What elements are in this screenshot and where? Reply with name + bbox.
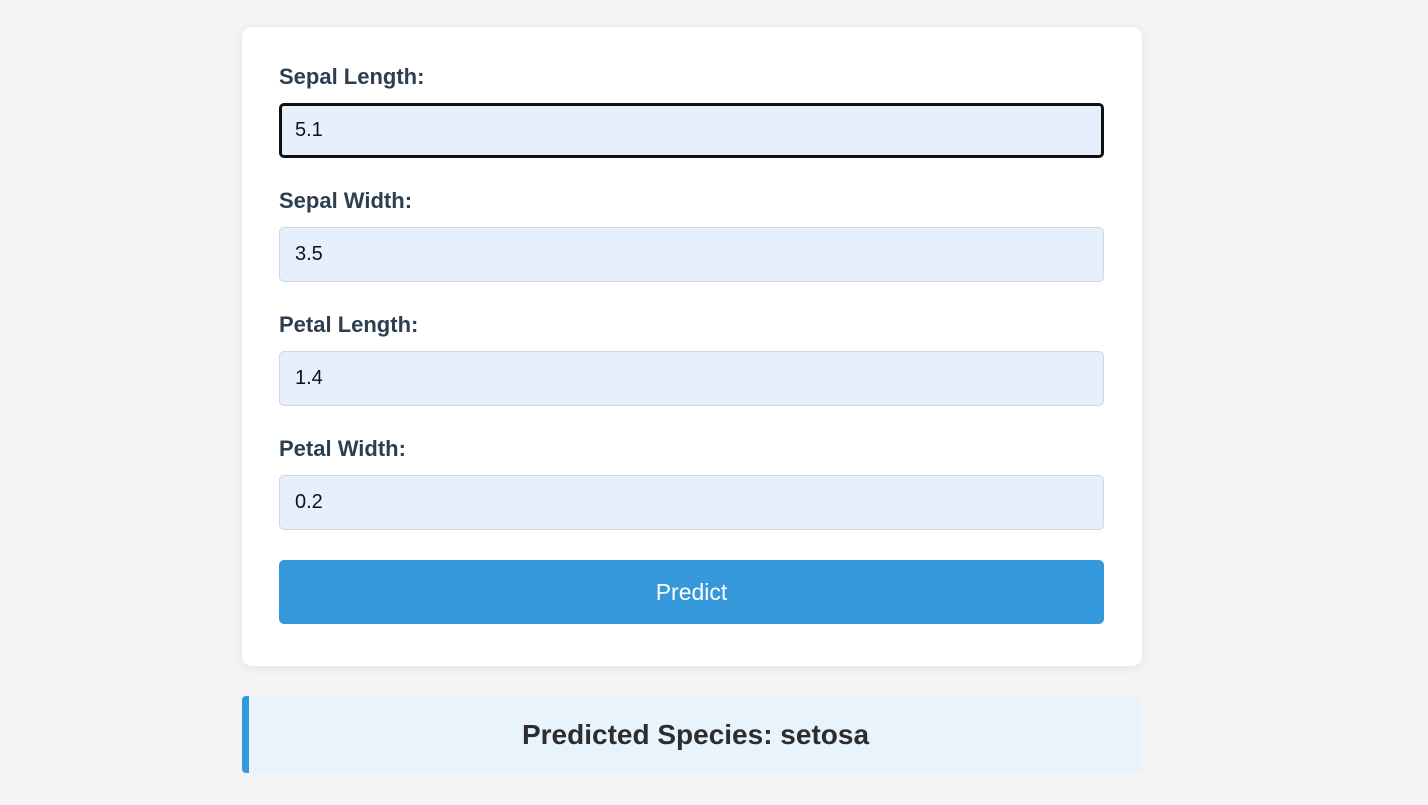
predicted-species-text: Predicted Species: setosa [521,718,870,750]
petal-width-input[interactable] [279,475,1104,530]
petal-length-label: Petal Length: [279,312,419,337]
sepal-length-input[interactable] [279,103,1104,158]
petal-length-field: Petal Length: [279,312,1105,406]
sepal-width-label: Sepal Width: [279,188,413,213]
prediction-result: Predicted Species: setosa [242,696,1142,773]
sepal-length-field: Sepal Length: [279,64,1105,158]
sepal-width-field: Sepal Width: [279,188,1105,282]
petal-width-label: Petal Width: [279,436,406,461]
petal-width-field: Petal Width: [279,436,1105,530]
petal-length-input[interactable] [279,351,1104,406]
sepal-width-input[interactable] [279,227,1104,282]
predict-button[interactable]: Predict [279,560,1104,624]
prediction-form-card: Sepal Length: Sepal Width: Petal Length:… [242,27,1142,666]
sepal-length-label: Sepal Length: [279,64,425,89]
